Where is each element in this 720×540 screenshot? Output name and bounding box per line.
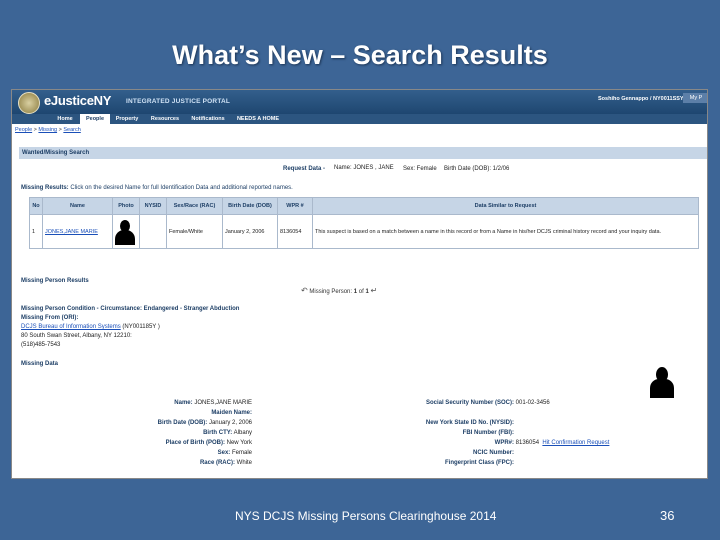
brand-subtitle: INTEGRATED JUSTICE PORTAL	[126, 98, 231, 105]
person-photo	[650, 366, 674, 398]
cell-sex-race: Female/White	[166, 214, 223, 249]
detail-dob: Birth Date (DOB): January 2, 2006	[157, 420, 252, 426]
breadcrumb-separator: >	[33, 127, 37, 133]
org-phone: (518)485-7543	[21, 342, 61, 348]
person-silhouette-icon	[115, 219, 135, 245]
prev-arrow-icon[interactable]: ↶	[301, 286, 308, 295]
request-sex: Sex: Female	[403, 166, 437, 172]
table-header-row: No Name Photo NYSID Sex/Race (RAC) Birth…	[29, 197, 699, 215]
cell-similar: This suspect is based on a match between…	[312, 214, 699, 249]
tab-property[interactable]: Property	[110, 114, 144, 124]
pager-of: of	[358, 289, 364, 295]
tab-home[interactable]: Home	[50, 114, 80, 124]
hit-confirmation-link[interactable]: Hit Confirmation Request	[542, 440, 609, 446]
results-label: Missing Results:	[21, 185, 69, 191]
detail-maiden-name: Maiden Name:	[211, 410, 252, 416]
detail-wpr: WPR#: 8136054 Hit Confirmation Request	[494, 440, 610, 446]
pager-label: Missing Person:	[309, 289, 353, 295]
org-link[interactable]: DCJS Bureau of Information Systems	[21, 324, 121, 330]
cell-wpr: 8136054	[277, 214, 313, 249]
missing-from-label: Missing From (ORI):	[21, 315, 79, 321]
missing-data-label: Missing Data	[21, 361, 59, 367]
page-number: 36	[660, 508, 675, 523]
col-header-sex-race: Sex/Race (RAC)	[166, 197, 223, 215]
tab-notifications[interactable]: Notifications	[186, 114, 230, 124]
detail-birth-cty: Birth CTY: Albany	[203, 430, 252, 436]
table-row: 1 JONES,JANE MARIE Female/White January …	[29, 214, 699, 249]
slide-title: What’s New – Search Results	[172, 40, 548, 70]
cell-photo	[112, 214, 140, 249]
tab-resources[interactable]: Resources	[146, 114, 184, 124]
detail-pob: Place of Birth (POB): New York	[165, 440, 252, 446]
results-instructions: Click on the desired Name for full Ident…	[70, 185, 293, 191]
detail-race: Race (RAC): White	[199, 460, 252, 466]
org-address: 80 South Swan Street, Albany, NY 12210:	[21, 333, 132, 339]
breadcrumb-separator: >	[58, 127, 62, 133]
detail-fbi: FBI Number (FBI):	[462, 430, 514, 436]
record-pager: ↶ Missing Person: 1 of 1 ↵	[301, 286, 377, 295]
cell-no: 1	[29, 214, 43, 249]
breadcrumb-people[interactable]: People	[15, 127, 32, 133]
tab-needs-a-home[interactable]: NEEDS A HOME	[232, 114, 284, 124]
col-header-dob: Birth Date (DOB)	[222, 197, 278, 215]
cell-name: JONES,JANE MARIE	[42, 214, 113, 249]
person-silhouette-icon	[650, 366, 674, 398]
cell-nysid	[139, 214, 167, 249]
portal-header: eJusticeNY INTEGRATED JUSTICE PORTAL Sos…	[12, 90, 707, 114]
state-seal-icon	[18, 92, 40, 114]
col-header-wpr: WPR #	[277, 197, 313, 215]
cell-dob: January 2, 2006	[222, 214, 278, 249]
missing-person-results-label: Missing Person Results	[21, 278, 89, 284]
brand-logo[interactable]: eJusticeNY	[44, 93, 111, 108]
my-portal-button[interactable]: My P	[683, 93, 707, 103]
portal-screenshot: eJusticeNY INTEGRATED JUSTICE PORTAL Sos…	[11, 89, 708, 479]
detail-name: Name: JONES,JANE MARIE	[174, 400, 252, 406]
section-header: Wanted/Missing Search	[19, 147, 707, 159]
col-header-photo: Photo	[112, 197, 140, 215]
slide-footer: NYS DCJS Missing Persons Clearinghouse 2…	[235, 509, 497, 523]
col-header-no: No	[29, 197, 43, 215]
col-header-name: Name	[42, 197, 113, 215]
detail-sex: Sex: Female	[217, 450, 252, 456]
results-table: No Name Photo NYSID Sex/Race (RAC) Birth…	[29, 197, 699, 249]
request-dob: Birth Date (DOB): 1/2/06	[444, 166, 510, 172]
result-name-link[interactable]: JONES,JANE MARIE	[45, 229, 98, 235]
detail-nysid: New York State ID No. (NYSID):	[425, 420, 514, 426]
next-arrow-icon[interactable]: ↵	[370, 286, 377, 295]
col-header-similar: Data Similar to Request	[312, 197, 699, 215]
tab-people[interactable]: People	[80, 114, 110, 124]
request-name: Name: JONES , JANE	[334, 165, 394, 171]
breadcrumb-missing[interactable]: Missing	[38, 127, 57, 133]
org-line: DCJS Bureau of Information Systems (NY00…	[21, 324, 160, 330]
breadcrumb-search[interactable]: Search	[63, 127, 80, 133]
org-code: (NY001185Y )	[122, 324, 160, 330]
detail-ssn: Social Security Number (SOC): 001-02-345…	[425, 400, 550, 406]
pager-current: 1	[353, 289, 358, 295]
user-info: Soshiho Gennappo / NY0011SSY	[598, 96, 684, 102]
request-data-label: Request Data -	[283, 166, 326, 172]
detail-ncic: NCIC Number:	[472, 450, 514, 456]
results-intro: Missing Results: Click on the desired Na…	[21, 185, 293, 191]
main-nav: Home People Property Resources Notificat…	[12, 114, 707, 124]
pager-total: 1	[365, 289, 369, 295]
breadcrumb: People > Missing > Search	[15, 127, 81, 133]
condition-line: Missing Person Condition - Circumstance:…	[21, 306, 240, 312]
detail-fpc: Fingerprint Class (FPC):	[444, 460, 514, 466]
col-header-nysid: NYSID	[139, 197, 167, 215]
